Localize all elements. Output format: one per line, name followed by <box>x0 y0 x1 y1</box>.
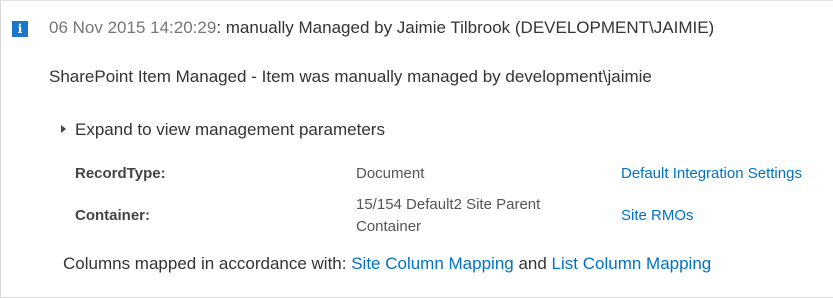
container-label: Container: <box>75 207 150 224</box>
entry-timestamp: 06 Nov 2015 14:20:29 <box>49 18 217 37</box>
entry-header: 06 Nov 2015 14:20:29: manually Managed b… <box>49 18 714 38</box>
site-column-mapping-link[interactable]: Site Column Mapping <box>351 254 514 273</box>
info-icon: i <box>12 21 28 37</box>
entry-summary: SharePoint Item Managed - Item was manua… <box>49 67 652 86</box>
recordtype-value: Document <box>356 165 425 182</box>
list-column-mapping-link[interactable]: List Column Mapping <box>552 254 712 273</box>
audit-entry: i 06 Nov 2015 14:20:29: manually Managed… <box>0 0 833 298</box>
expand-parameters-label[interactable]: Expand to view management parameters <box>75 120 385 139</box>
column-mapping-note: Columns mapped in accordance with: Site … <box>63 254 711 274</box>
container-value: 15/154 Default2 Site Parent Container <box>356 196 541 235</box>
expand-triangle-icon[interactable] <box>61 125 66 133</box>
site-rmos-link[interactable]: Site RMOs <box>621 207 694 224</box>
expand-parameters-toggle[interactable]: Expand to view management parameters <box>61 120 385 140</box>
entry-header-text: : manually Managed by Jaimie Tilbrook (D… <box>216 18 715 37</box>
column-mapping-prefix: Columns mapped in accordance with: <box>63 254 352 273</box>
column-mapping-joiner: and <box>513 254 552 273</box>
default-integration-settings-link[interactable]: Default Integration Settings <box>621 165 802 182</box>
recordtype-label: RecordType: <box>75 165 166 182</box>
